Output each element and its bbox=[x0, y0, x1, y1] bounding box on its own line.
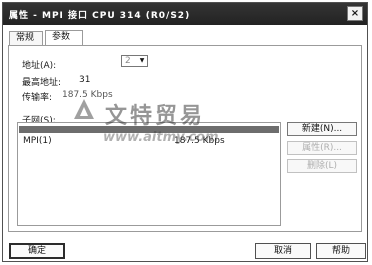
tab-general[interactable]: 常规 bbox=[9, 31, 43, 45]
tab-parameters[interactable]: 参数 bbox=[45, 30, 83, 45]
cancel-button[interactable]: 取消 bbox=[255, 243, 311, 259]
new-button[interactable]: 新建(N)... bbox=[287, 122, 357, 136]
subnet-speed: 187.5 Kbps bbox=[174, 136, 225, 146]
delete-button[interactable]: 删除(L) bbox=[287, 159, 357, 173]
title-bar: 属性 - MPI 接口 CPU 314 (R0/S2) × bbox=[3, 3, 367, 25]
list-selection-highlight[interactable] bbox=[19, 126, 279, 133]
window-title: 属性 - MPI 接口 CPU 314 (R0/S2) bbox=[9, 11, 191, 21]
transmission-rate-label: 传输率: bbox=[22, 93, 53, 103]
max-address-label: 最高地址: bbox=[22, 78, 62, 88]
max-address-value: 31 bbox=[79, 75, 91, 85]
subnet-list[interactable]: MPI(1) 187.5 Kbps bbox=[17, 122, 281, 226]
help-button[interactable]: 帮助 bbox=[316, 243, 366, 259]
properties-button[interactable]: 属性(R)... bbox=[287, 141, 357, 155]
subnet-name: MPI(1) bbox=[23, 136, 52, 146]
parameters-panel: 地址(A): 2 ▼ 最高地址: 31 传输率: 187.5 Kbps 子网(S… bbox=[8, 45, 362, 232]
address-select[interactable]: 2 ▼ bbox=[121, 55, 148, 67]
address-label: 地址(A): bbox=[22, 61, 57, 71]
transmission-rate-value: 187.5 Kbps bbox=[62, 90, 113, 100]
list-item[interactable]: MPI(1) 187.5 Kbps bbox=[21, 136, 278, 147]
ok-button[interactable]: 确定 bbox=[9, 243, 65, 259]
chevron-down-icon[interactable]: ▼ bbox=[138, 57, 146, 65]
close-icon[interactable]: × bbox=[347, 6, 363, 21]
watermark-logo-icon bbox=[74, 99, 94, 119]
address-value: 2 bbox=[125, 56, 131, 66]
properties-dialog: 属性 - MPI 接口 CPU 314 (R0/S2) × 常规 参数 地址(A… bbox=[2, 2, 368, 262]
